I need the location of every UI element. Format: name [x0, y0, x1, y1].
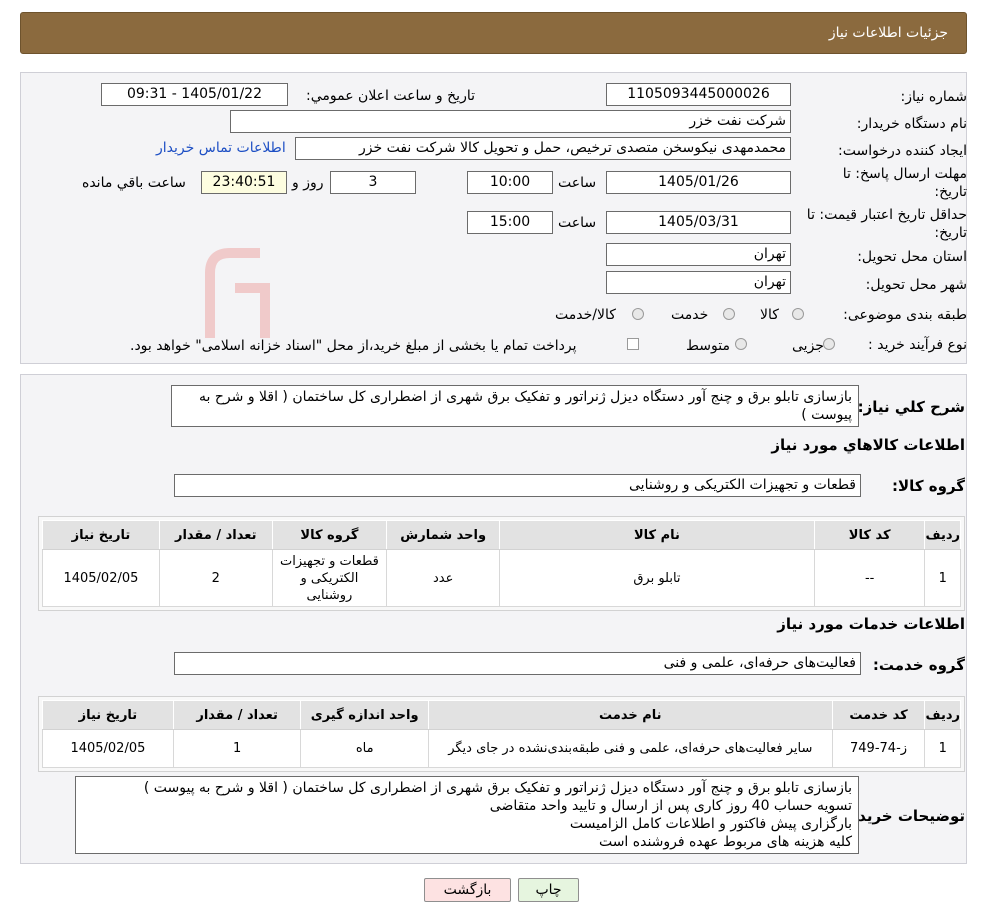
process-radio-minor[interactable] [823, 338, 835, 350]
days-label: روز و [292, 175, 324, 191]
announce-field: 1405/01/22 - 09:31 [101, 83, 288, 106]
goods-col-date: تاریخ نیاز [42, 520, 160, 550]
category-option-goods-service: کالا/خدمت [555, 307, 616, 323]
creator-label: ایجاد کننده درخواست: [838, 143, 967, 159]
goods-table-header: رديف کد کالا نام کالا واحد شمارش گروه کا… [42, 520, 961, 550]
process-label: نوع فرآیند خرید : [868, 337, 967, 353]
price-valid-time-field: 15:00 [467, 211, 553, 234]
page-header: جزئیات اطلاعات نیاز [20, 12, 967, 54]
category-radio-service[interactable] [723, 308, 735, 320]
price-valid-date-field: 1405/03/31 [606, 211, 791, 234]
services-cell-unit: ماه [300, 729, 429, 768]
goods-col-row: رديف [924, 520, 961, 550]
need-number-label: شماره نیاز: [900, 89, 968, 105]
table-row: 1 ز-74-749 سایر فعالیت‌های حرفه‌ای، علمی… [42, 729, 961, 768]
remaining-time-field: 23:40:51 [201, 171, 287, 194]
services-group-label: گروه خدمت: [872, 656, 965, 674]
goods-section-title: اطلاعات کالاهاي مورد نياز [771, 436, 965, 454]
goods-cell-code: -- [813, 549, 926, 607]
category-option-goods: کالا [760, 307, 779, 323]
process-option-medium: متوسط [686, 338, 730, 354]
page-title: جزئیات اطلاعات نیاز [828, 25, 948, 41]
services-table-header: رديف کد خدمت نام خدمت واحد اندازه گیری ت… [42, 700, 961, 730]
summary-text: بازسازی تابلو برق و چنج آور دستگاه دیزل … [199, 389, 852, 423]
treasury-checkbox[interactable] [627, 338, 639, 350]
goods-table-wrap: رديف کد کالا نام کالا واحد شمارش گروه کا… [38, 516, 965, 611]
buyer-notes-line-2: تسویه حساب 40 روز کاری پس از ارسال و تای… [489, 798, 852, 814]
deadline-time-field: 10:00 [467, 171, 553, 194]
city-field: تهران [606, 271, 791, 294]
goods-table: رديف کد کالا نام کالا واحد شمارش گروه کا… [42, 520, 961, 607]
category-option-service: خدمت [671, 307, 709, 323]
goods-col-qty: تعداد / مقدار [158, 520, 273, 550]
goods-col-name: نام کالا [499, 520, 815, 550]
remaining-label: ساعت باقي مانده [82, 175, 186, 191]
buyer-notes-line-4: کلیه هزینه های مربوط عهده فروشنده است [598, 834, 852, 850]
services-section-title: اطلاعات خدمات مورد نیاز [777, 615, 965, 633]
buyer-notes-line-1: بازسازی تابلو برق و چنج آور دستگاه دیزل … [143, 780, 852, 796]
services-col-code: کد خدمت [831, 700, 926, 730]
process-radio-medium[interactable] [735, 338, 747, 350]
deadline-label: مهلت ارسال پاسخ: تا [842, 166, 967, 182]
buyer-org-label: نام دستگاه خریدار: [856, 116, 967, 132]
summary-label: شرح کلي نیاز: [857, 398, 965, 416]
goods-cell-qty: 2 [158, 549, 273, 607]
services-col-name: نام خدمت [428, 700, 833, 730]
services-cell-qty: 1 [172, 729, 302, 768]
services-cell-name: سایر فعالیت‌های حرفه‌ای، علمی و فنی طبقه… [428, 729, 833, 768]
goods-col-group: گروه کالا [271, 520, 388, 550]
buyer-contact-link[interactable]: اطلاعات تماس خریدار [156, 140, 286, 156]
days-field: 3 [330, 171, 416, 194]
creator-field: محمدمهدی نیکوسخن متصدی ترخیص، حمل و تحوی… [295, 137, 791, 160]
back-button[interactable]: بازگشت [424, 878, 511, 902]
price-valid-time-label: ساعت [558, 215, 597, 231]
city-label: شهر محل تحویل: [865, 277, 967, 293]
goods-cell-row: 1 [924, 549, 961, 607]
goods-cell-group: قطعات و تجهیزات الکتریکی و روشنایی [271, 549, 388, 607]
print-button[interactable]: چاپ [518, 878, 579, 902]
goods-cell-date: 1405/02/05 [42, 549, 160, 607]
buyer-org-field: شرکت نفت خزر [230, 110, 791, 133]
deadline-label-line2: تاریخ: [934, 184, 967, 200]
need-number-field: 1105093445000026 [606, 83, 791, 106]
table-row: 1 -- تابلو برق عدد قطعات و تجهیزات الکتر… [42, 549, 961, 607]
services-table-wrap: رديف کد خدمت نام خدمت واحد اندازه گیری ت… [38, 696, 965, 772]
services-col-date: تاریخ نیاز [42, 700, 174, 730]
goods-cell-unit: عدد [386, 549, 501, 607]
services-cell-code: ز-74-749 [831, 729, 926, 768]
services-col-row: رديف [924, 700, 961, 730]
goods-cell-name: تابلو برق [499, 549, 815, 607]
payment-note: پرداخت تمام یا بخشی از مبلغ خرید،از محل … [130, 338, 577, 354]
province-field: تهران [606, 243, 791, 266]
summary-textarea: بازسازی تابلو برق و چنج آور دستگاه دیزل … [171, 385, 859, 427]
category-radio-goods-service[interactable] [632, 308, 644, 320]
category-label: طبقه بندی موضوعی: [843, 307, 967, 323]
services-table: رديف کد خدمت نام خدمت واحد اندازه گیری ت… [42, 700, 961, 768]
services-col-qty: تعداد / مقدار [172, 700, 302, 730]
deadline-time-label: ساعت [558, 175, 597, 191]
buyer-notes-textarea: بازسازی تابلو برق و چنج آور دستگاه دیزل … [75, 776, 859, 854]
services-group-field: فعالیت‌های حرفه‌ای، علمی و فنی [174, 652, 861, 675]
price-valid-label: حداقل تاریخ اعتبار قیمت: تا [806, 207, 967, 223]
goods-col-code: کد کالا [813, 520, 926, 550]
category-radio-goods[interactable] [792, 308, 804, 320]
goods-col-unit: واحد شمارش [386, 520, 501, 550]
goods-group-label: گروه کالا: [892, 477, 965, 495]
buyer-notes-line-3: بارگزاری پیش فاکتور و اطلاعات کامل الزام… [569, 816, 852, 832]
price-valid-label-line2: تاریخ: [934, 225, 967, 241]
services-cell-date: 1405/02/05 [42, 729, 174, 768]
services-cell-row: 1 [924, 729, 961, 768]
services-col-unit: واحد اندازه گیری [300, 700, 429, 730]
province-label: استان محل تحویل: [857, 249, 967, 265]
announce-label: تاریخ و ساعت اعلان عمومي: [306, 88, 475, 104]
goods-group-field: قطعات و تجهیزات الکتریکی و روشنایی [174, 474, 861, 497]
deadline-date-field: 1405/01/26 [606, 171, 791, 194]
process-option-minor: جزیی [792, 338, 824, 354]
